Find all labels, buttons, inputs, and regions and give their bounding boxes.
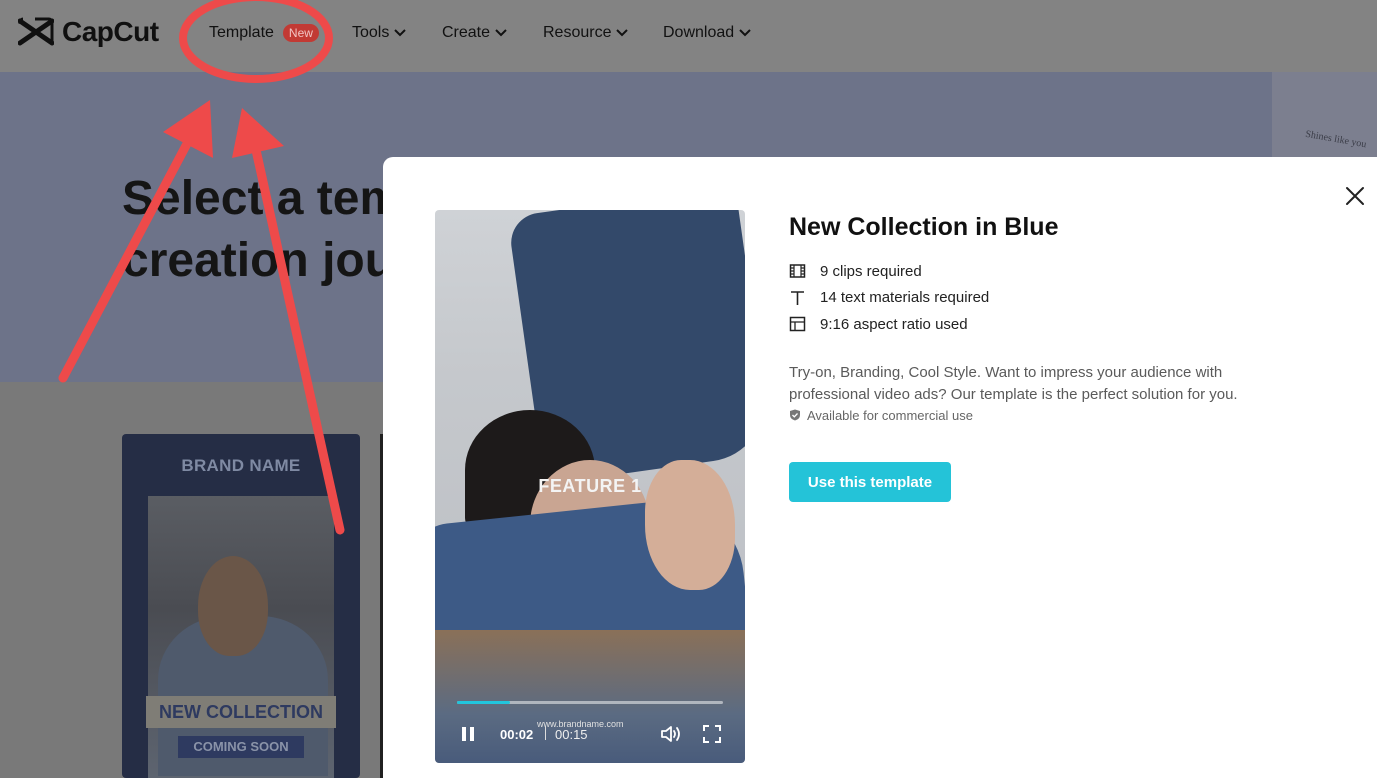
meta-clips: 9 clips required <box>789 258 1309 285</box>
meta-texts-text: 14 text materials required <box>820 289 990 307</box>
fullscreen-icon[interactable] <box>703 725 721 743</box>
template-card[interactable]: BRAND NAME NEW COLLECTION COMING SOON <box>122 434 360 778</box>
film-icon <box>789 264 806 278</box>
card-headline: NEW COLLECTION <box>146 696 336 728</box>
video-controls: 00:02 00:15 <box>457 722 727 746</box>
page: CapCut Template New Tools Create Resourc… <box>0 0 1377 778</box>
commercial-use-text: Available for commercial use <box>807 407 973 423</box>
meta-ratio: 9:16 aspect ratio used <box>789 311 1309 338</box>
chevron-down-icon <box>495 29 507 37</box>
video-player[interactable]: FEATURE 1 www.brandname.com 00:02 00:15 <box>435 210 745 763</box>
hero-title: Select a tem creation jou <box>122 168 422 292</box>
meta-clips-text: 9 clips required <box>820 262 922 280</box>
nav-template[interactable]: Template New <box>209 24 319 42</box>
nav-download[interactable]: Download <box>663 24 751 42</box>
time-separator <box>545 726 546 740</box>
hero-title-line1: Select a tem <box>122 172 403 225</box>
video-progress-bar[interactable] <box>457 701 723 704</box>
commercial-use-note: Available for commercial use <box>789 408 1309 423</box>
nav-download-label: Download <box>663 24 735 41</box>
template-info: New Collection in Blue 9 clips required … <box>789 213 1309 423</box>
template-preview-modal: FEATURE 1 www.brandname.com 00:02 00:15 <box>383 157 1377 778</box>
chevron-down-icon <box>616 29 629 37</box>
pause-icon[interactable] <box>461 726 475 742</box>
hero-decoration: Shines like you <box>1272 72 1377 158</box>
chevron-down-icon <box>394 29 407 37</box>
meta-ratio-text: 9:16 aspect ratio used <box>820 315 968 333</box>
video-total-time: 00:15 <box>555 727 588 742</box>
text-icon <box>791 290 804 305</box>
shield-check-icon <box>790 409 800 421</box>
video-progress-fill <box>457 701 511 704</box>
hero-decoration-text: Shines like you <box>1304 128 1368 151</box>
nav-tools-label: Tools <box>352 24 390 41</box>
nav-resource[interactable]: Resource <box>543 24 629 42</box>
nav-resource-label: Resource <box>543 24 612 41</box>
nav-template-label: Template <box>209 24 274 41</box>
capcut-logo-icon <box>18 17 54 47</box>
use-template-button[interactable]: Use this template <box>789 462 951 502</box>
template-description: Try-on, Branding, Cool Style. Want to im… <box>789 363 1238 403</box>
new-badge: New <box>282 24 319 42</box>
nav-create-label: Create <box>442 24 491 41</box>
close-icon[interactable] <box>1344 185 1366 207</box>
video-overlay-text: FEATURE 1 <box>538 476 642 496</box>
nav-create[interactable]: Create <box>442 24 507 42</box>
volume-icon[interactable] <box>660 724 682 744</box>
template-meta: 9 clips required 14 text materials requi… <box>789 258 1309 338</box>
video-current-time: 00:02 <box>500 727 534 742</box>
card-brand: BRAND NAME <box>181 456 301 475</box>
template-title: New Collection in Blue <box>789 213 1059 241</box>
card-photo-face <box>198 556 268 656</box>
card-subline: COMING SOON <box>178 736 304 758</box>
logo[interactable]: CapCut <box>18 16 159 48</box>
top-nav: CapCut Template New Tools Create Resourc… <box>0 0 1377 72</box>
layout-icon <box>789 317 806 332</box>
meta-texts: 14 text materials required <box>789 285 1309 312</box>
logo-text: CapCut <box>62 16 159 47</box>
chevron-down-icon <box>739 29 751 37</box>
hero-title-line2: creation jou <box>122 234 395 287</box>
nav-tools[interactable]: Tools <box>352 24 407 42</box>
